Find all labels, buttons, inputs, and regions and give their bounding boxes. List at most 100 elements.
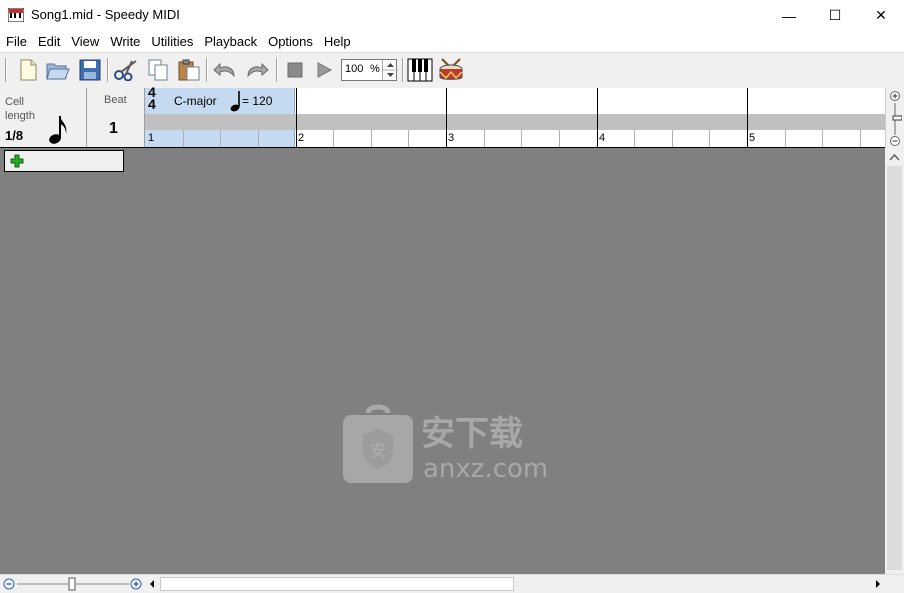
- piano-icon: [407, 58, 433, 82]
- open-folder-icon: [46, 63, 70, 80]
- menu-write[interactable]: Write: [104, 31, 145, 52]
- spin-up-down-icon: [383, 63, 398, 77]
- watermark-logo: 安 安下载 anxz.com: [343, 404, 548, 484]
- menu-view[interactable]: View: [65, 31, 104, 52]
- menu-utilities[interactable]: Utilities: [145, 31, 198, 52]
- vertical-scroll-thumb[interactable]: [887, 166, 902, 570]
- drum-button[interactable]: [438, 57, 464, 83]
- beat-tick: [822, 130, 823, 147]
- undo-icon: [213, 62, 235, 78]
- watermark-cn: 安下载: [421, 414, 523, 454]
- beat-tick: [709, 130, 710, 147]
- quarter-note-icon: [230, 91, 240, 112]
- open-button[interactable]: [45, 57, 71, 83]
- watermark-en: anxz.com: [423, 454, 548, 484]
- horizontal-zoom-slider[interactable]: [2, 577, 147, 591]
- measure-ruler[interactable]: 4 4 C-major = 120 1 2 3 4 5: [145, 85, 885, 147]
- beat-tick: [521, 130, 522, 147]
- redo-button[interactable]: [244, 57, 270, 83]
- redo-icon: [247, 62, 269, 78]
- add-track-button[interactable]: [4, 150, 124, 172]
- cell-length-label-line1: Cell: [5, 96, 24, 108]
- new-file-icon: [20, 59, 37, 81]
- paste-icon: [178, 59, 200, 81]
- save-button[interactable]: [77, 57, 103, 83]
- measure-bar-line: [296, 88, 297, 147]
- beat-tick: [785, 130, 786, 147]
- cut-button[interactable]: [113, 57, 139, 83]
- cell-length-label-line2: length: [5, 110, 35, 122]
- scroll-up-arrow-icon[interactable]: [889, 153, 900, 161]
- toolbar-grip: [5, 58, 7, 82]
- cut-scissors-icon: [114, 60, 137, 81]
- beat-tick: [258, 130, 259, 147]
- paste-button[interactable]: [176, 57, 202, 83]
- menu-help[interactable]: Help: [318, 31, 356, 52]
- beat-tick: [408, 130, 409, 147]
- toolbar-separator: [206, 58, 208, 82]
- beat-tick: [183, 130, 184, 147]
- beat-panel[interactable]: Beat 1: [87, 88, 145, 147]
- time-signature-bottom[interactable]: 4: [148, 97, 156, 111]
- stop-button[interactable]: [282, 57, 308, 83]
- eighth-note-icon: [49, 116, 67, 144]
- cell-length-value: 1/8: [5, 128, 24, 143]
- cell-length-panel[interactable]: Cell length 1/8: [0, 88, 87, 147]
- zoom-spin-buttons[interactable]: [382, 60, 398, 80]
- measure-bar-line: [446, 88, 447, 147]
- menu-file[interactable]: File: [0, 31, 32, 52]
- track-canvas[interactable]: 安 安下载 anxz.com: [0, 148, 885, 574]
- measure-number-5: 5: [749, 132, 756, 144]
- zoom-unit: %: [370, 63, 380, 75]
- vertical-scrollbar[interactable]: [885, 148, 904, 574]
- toolbar-separator: [276, 58, 278, 82]
- tempo-value[interactable]: = 120: [242, 94, 272, 108]
- app-piano-icon: [8, 8, 24, 22]
- copy-button[interactable]: [145, 57, 171, 83]
- horizontal-bar: [0, 574, 904, 593]
- beat-tick: [220, 130, 221, 147]
- close-button[interactable]: ✕: [858, 0, 904, 31]
- toolbar-separator: [402, 58, 404, 82]
- measure-number-3: 3: [448, 132, 455, 144]
- maximize-button[interactable]: ☐: [812, 0, 858, 31]
- play-icon: [317, 62, 333, 78]
- beat-tick: [559, 130, 560, 147]
- scroll-right-arrow-icon[interactable]: [874, 579, 882, 589]
- copy-icon: [148, 59, 168, 81]
- beat-tick: [672, 130, 673, 147]
- save-disk-icon: [79, 59, 101, 81]
- undo-button[interactable]: [212, 57, 238, 83]
- zoom-value[interactable]: 100: [345, 63, 363, 75]
- horizontal-scroll-thumb[interactable]: [160, 577, 514, 591]
- beat-tick: [333, 130, 334, 147]
- stop-icon: [287, 62, 303, 78]
- beat-value: 1: [109, 120, 118, 137]
- beat-label: Beat: [104, 94, 127, 106]
- menu-bar: File Edit View Write Utilities Playback …: [0, 31, 904, 52]
- svg-text:安: 安: [370, 441, 386, 460]
- beat-tick: [484, 130, 485, 147]
- menu-edit[interactable]: Edit: [32, 31, 65, 52]
- scroll-left-arrow-icon[interactable]: [148, 579, 156, 589]
- key-signature[interactable]: C-major: [174, 94, 217, 108]
- measure-number-2: 2: [298, 132, 305, 144]
- menu-options[interactable]: Options: [262, 31, 318, 52]
- minimize-button[interactable]: —: [766, 0, 812, 31]
- beat-tick: [634, 130, 635, 147]
- toolbar-separator: [107, 58, 109, 82]
- vertical-zoom-slider-icon: [890, 91, 902, 146]
- menu-playback[interactable]: Playback: [198, 31, 262, 52]
- title-bar: Song1.mid - Speedy MIDI — ☐ ✕: [0, 0, 904, 31]
- zoom-stepper[interactable]: 100 %: [341, 59, 398, 81]
- measure-bar-line: [747, 88, 748, 147]
- piano-button[interactable]: [407, 57, 433, 83]
- vertical-zoom-control[interactable]: [885, 88, 904, 148]
- play-button[interactable]: [311, 57, 337, 83]
- window-title: Song1.mid - Speedy MIDI: [31, 7, 180, 22]
- measure-number-1: 1: [148, 132, 155, 144]
- new-file-button[interactable]: [15, 57, 41, 83]
- score-header: Cell length 1/8 Beat 1 4 4 C-major = 120…: [0, 85, 904, 148]
- drum-icon: [439, 58, 463, 80]
- measure-number-4: 4: [599, 132, 606, 144]
